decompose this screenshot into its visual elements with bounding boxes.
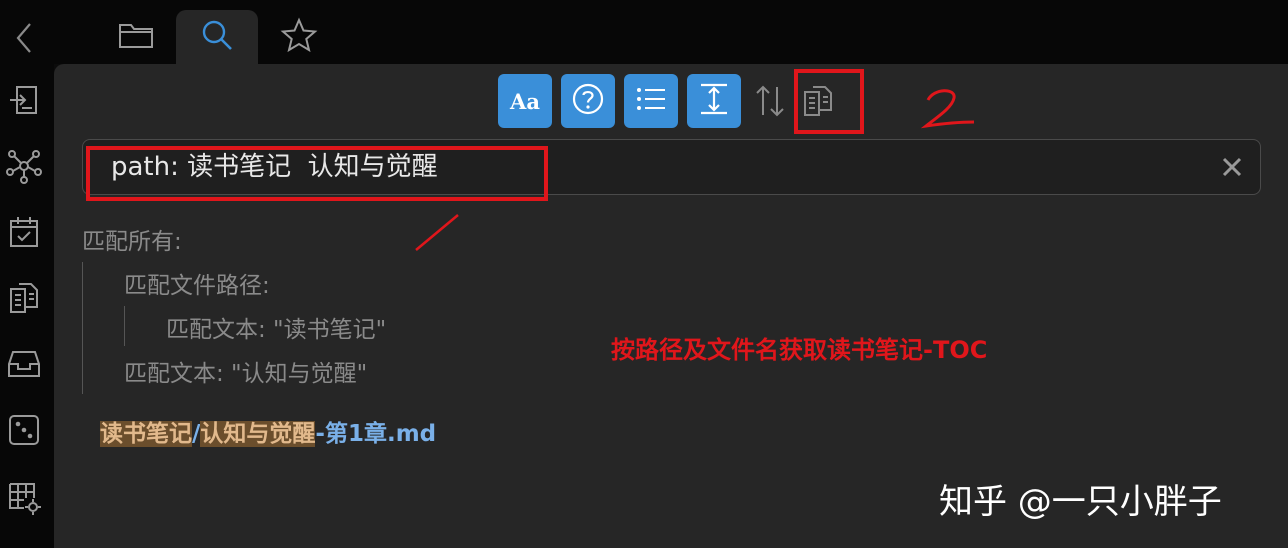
explain-path-text: 匹配文本: "读书笔记" xyxy=(166,317,387,343)
file-import-icon[interactable] xyxy=(6,82,42,118)
tree-guide-line-nested xyxy=(124,306,125,346)
tab-files[interactable] xyxy=(95,10,177,64)
match-case-button[interactable]: Aa xyxy=(498,74,552,128)
annotation-mark-1 xyxy=(410,212,464,258)
sort-icon[interactable] xyxy=(750,74,790,128)
tab-search[interactable] xyxy=(176,10,258,64)
tab-bookmarks[interactable] xyxy=(258,10,340,64)
table-settings-icon[interactable] xyxy=(6,480,42,516)
search-panel: Aa path: 读书笔记 认知与觉醒 匹配所有: 匹配文件路径: 匹配文本: … xyxy=(54,64,1288,548)
folder-icon xyxy=(117,19,155,55)
copy-icon[interactable] xyxy=(6,280,42,316)
explain-text-match: 匹配文本: "认知与觉醒" xyxy=(124,361,368,387)
result-highlight-name: 认知与觉醒 xyxy=(200,421,316,447)
annotation-box-copy xyxy=(794,69,864,134)
result-highlight-folder: 读书笔记 xyxy=(100,421,192,447)
expand-vertical-icon xyxy=(697,82,731,120)
annotation-box-query xyxy=(86,146,548,201)
tree-guide-line xyxy=(82,262,83,394)
left-ribbon xyxy=(0,64,54,548)
watermark: 知乎 @一只小胖子 xyxy=(939,482,1222,522)
list-icon xyxy=(634,84,668,118)
search-icon xyxy=(199,17,235,57)
result-filename-suffix: -第1章.md xyxy=(315,421,437,447)
explain-root: 匹配所有: xyxy=(82,229,182,255)
dice-icon[interactable] xyxy=(6,412,42,448)
clear-search-icon[interactable] xyxy=(1218,153,1246,181)
explain-search-button[interactable] xyxy=(561,74,615,128)
collapse-results-button[interactable] xyxy=(624,74,678,128)
archive-icon[interactable] xyxy=(6,346,42,382)
star-icon xyxy=(280,17,318,57)
explain-path-group: 匹配文件路径: xyxy=(124,273,270,299)
daily-note-icon[interactable] xyxy=(6,214,42,250)
annotation-note: 按路径及文件名获取读书笔记-TOC xyxy=(611,336,988,364)
search-result-item[interactable]: 读书笔记/认知与觉醒-第1章.md xyxy=(100,414,436,448)
question-circle-icon xyxy=(571,82,605,120)
graph-view-icon[interactable] xyxy=(6,148,42,184)
back-chevron-icon[interactable] xyxy=(10,20,40,56)
annotation-mark-2 xyxy=(920,86,976,138)
show-more-context-button[interactable] xyxy=(687,74,741,128)
tab-bar xyxy=(0,0,1288,64)
